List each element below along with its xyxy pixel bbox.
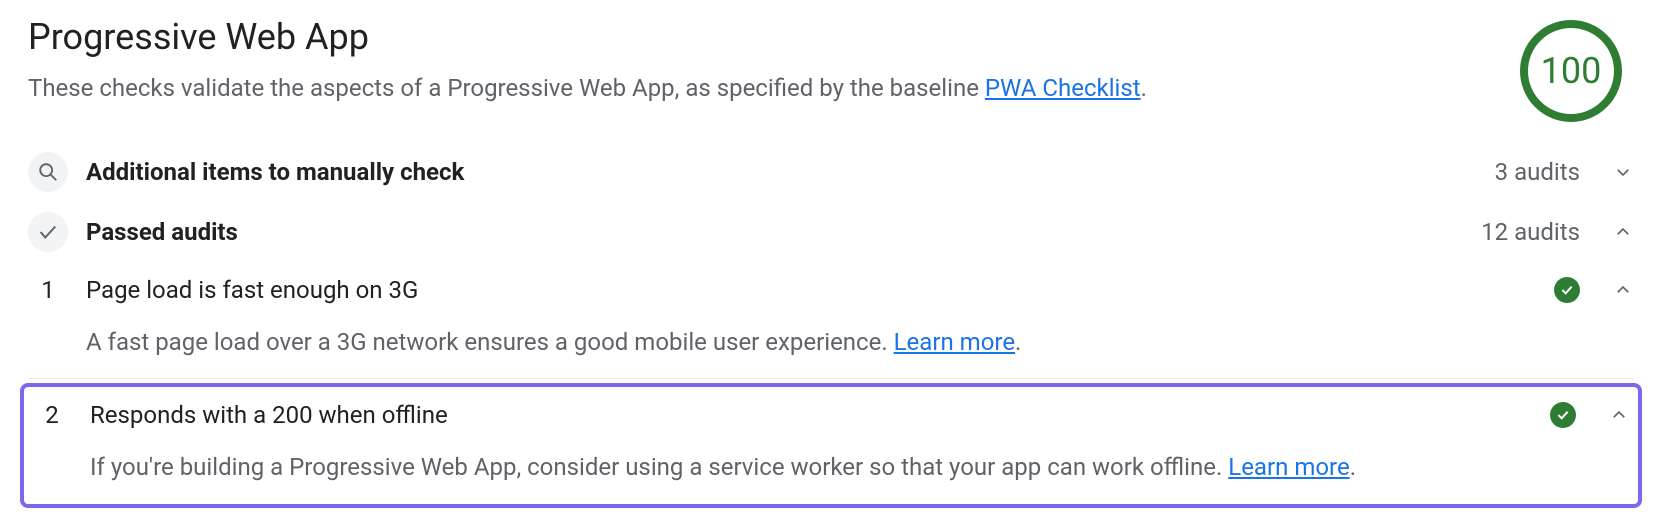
audit-description: If you're building a Progressive Web App… (32, 437, 1630, 503)
audit-title: Responds with a 200 when offline (90, 401, 1532, 429)
search-icon (28, 152, 68, 192)
audit-desc-text: A fast page load over a 3G network ensur… (86, 328, 894, 356)
chevron-up-icon (1608, 404, 1630, 426)
category-title: Progressive Web App (28, 16, 1520, 58)
score-value: 100 (1541, 50, 1602, 92)
audit-title: Page load is fast enough on 3G (86, 276, 1536, 304)
passed-audits-count: 12 audits (1481, 218, 1580, 246)
passed-audits-group-toggle[interactable]: Passed audits 12 audits (28, 202, 1634, 262)
chevron-up-icon (1612, 279, 1634, 301)
pass-badge-icon (1550, 402, 1576, 428)
audit-index: 1 (28, 276, 68, 304)
audit-row-toggle[interactable]: 1 Page load is fast enough on 3G (28, 262, 1634, 312)
pass-badge-icon (1554, 277, 1580, 303)
pwa-checklist-link[interactable]: PWA Checklist (985, 74, 1141, 102)
category-subtitle: These checks validate the aspects of a P… (28, 72, 1520, 106)
chevron-down-icon (1612, 161, 1634, 183)
chevron-up-icon (1612, 221, 1634, 243)
learn-more-link[interactable]: Learn more (1228, 453, 1349, 481)
score-gauge: 100 (1520, 20, 1622, 122)
manual-checks-group-toggle[interactable]: Additional items to manually check 3 aud… (28, 142, 1634, 202)
audit-index: 2 (32, 401, 72, 429)
divider (28, 378, 1634, 379)
passed-audits-title: Passed audits (86, 218, 1463, 246)
audit-row-toggle[interactable]: 2 Responds with a 200 when offline (32, 387, 1630, 437)
audit-description: A fast page load over a 3G network ensur… (28, 312, 1634, 378)
audit-desc-suffix: . (1015, 328, 1021, 356)
subtitle-suffix: . (1141, 74, 1147, 102)
audit-item-highlighted: 2 Responds with a 200 when offline If yo… (20, 383, 1642, 509)
subtitle-prefix: These checks validate the aspects of a P… (28, 74, 985, 102)
category-header-text: Progressive Web App These checks validat… (28, 16, 1520, 106)
audit-desc-suffix: . (1350, 453, 1356, 481)
manual-checks-title: Additional items to manually check (86, 158, 1477, 186)
audit-item: 1 Page load is fast enough on 3G A fast … (28, 262, 1634, 378)
learn-more-link[interactable]: Learn more (894, 328, 1015, 356)
manual-checks-count: 3 audits (1495, 158, 1580, 186)
category-header: Progressive Web App These checks validat… (28, 16, 1634, 122)
checkmark-icon (28, 212, 68, 252)
audit-desc-text: If you're building a Progressive Web App… (90, 453, 1228, 481)
